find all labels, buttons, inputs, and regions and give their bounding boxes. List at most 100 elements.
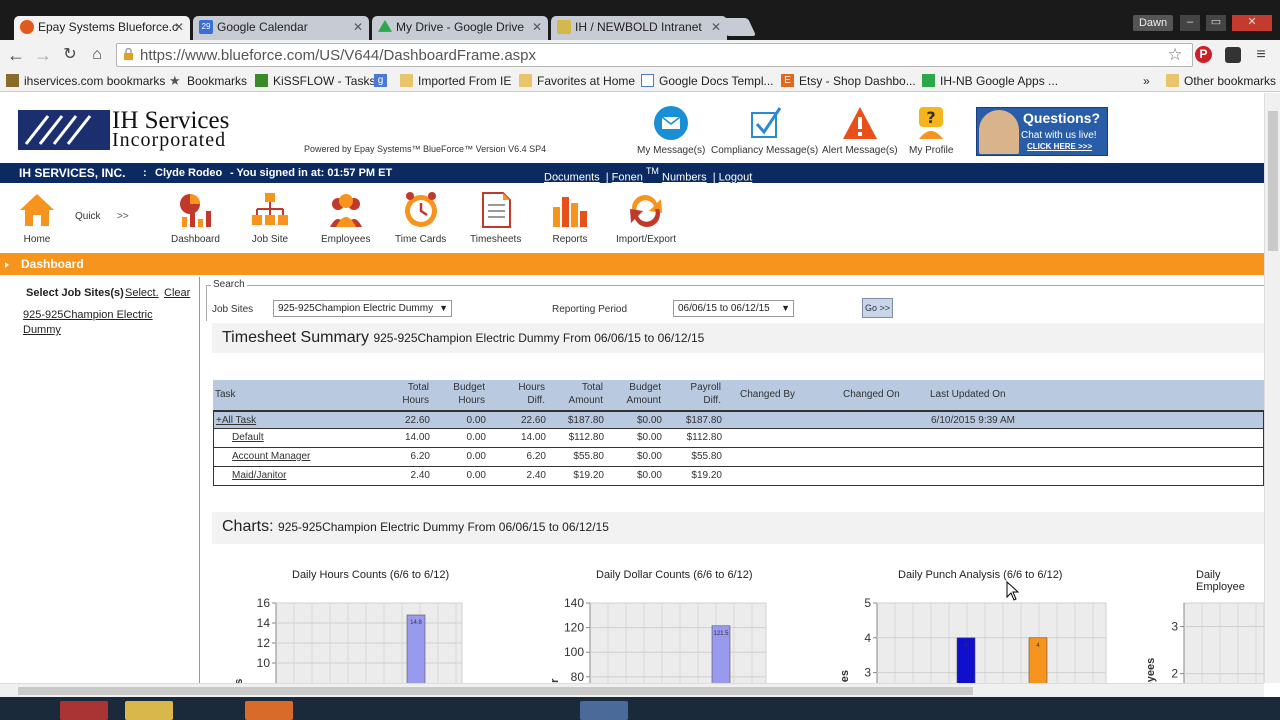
chrome-menu-icon[interactable]: ≡ <box>1250 44 1272 66</box>
horizontal-scroll-thumb[interactable] <box>18 687 973 695</box>
task-link[interactable]: +All Task <box>216 412 376 430</box>
reload-icon[interactable]: ↻ <box>59 44 81 66</box>
forward-arrow-icon[interactable]: → <box>32 44 54 66</box>
table-row[interactable]: Default 14.00 0.00 14.00 $112.80 $0.00 $112.80 <box>213 429 1264 448</box>
os-taskbar <box>0 697 1280 720</box>
task-link[interactable]: Account Manager <box>232 448 392 466</box>
close-tab-icon[interactable]: ✕ <box>174 16 184 38</box>
table-row[interactable]: Account Manager 6.20 0.00 6.20 $55.80 $0.00 $5… <box>213 448 1264 467</box>
maximize-button[interactable]: ▭ <box>1206 15 1226 31</box>
fonen-link[interactable]: Fonen <box>612 172 643 184</box>
my-profile-link[interactable]: ? My Profile <box>909 105 953 156</box>
nav-employees[interactable]: Employees <box>321 191 370 245</box>
nav-dashboard[interactable]: Dashboard <box>171 191 220 245</box>
ih-services-logo[interactable]: IH Services Incorporated <box>18 108 290 152</box>
table-cell: $0.00 <box>636 415 662 426</box>
quick-arrow[interactable]: >> <box>117 211 129 222</box>
table-cell: 22.60 <box>404 415 430 426</box>
import-export-icon <box>627 191 665 229</box>
alert-messages-link[interactable]: Alert Message(s) <box>822 105 898 156</box>
chat-live-text: Chat with us live! <box>1021 130 1097 141</box>
back-arrow-icon[interactable]: ← <box>5 44 27 66</box>
browser-tab-epay[interactable]: Epay Systems Blueforce.c ✕ <box>14 16 190 40</box>
home-icon[interactable]: ⌂ <box>86 44 108 66</box>
vertical-scrollbar[interactable] <box>1264 93 1280 683</box>
my-messages-link[interactable]: My Message(s) <box>637 105 705 156</box>
compliancy-messages-link[interactable]: Compliancy Message(s) <box>711 105 818 156</box>
selected-job-site-link[interactable]: 925-925Champion Electric Dummy <box>23 308 173 338</box>
nav-home[interactable]: Home <box>18 191 56 245</box>
epay-favicon-icon <box>20 20 34 34</box>
column-header: Total Amount <box>568 382 603 406</box>
bookmarks-overflow-chevron[interactable]: » <box>1143 73 1150 89</box>
profile-badge[interactable]: Dawn <box>1133 15 1173 31</box>
charts-heading: Charts: 925-925Champion Electric Dummy F… <box>222 518 609 536</box>
taskbar-app-icon[interactable] <box>245 701 293 720</box>
close-window-button[interactable]: ✕ <box>1232 15 1272 31</box>
bookmark-google[interactable]: g <box>374 73 388 89</box>
bookmark-ihservices[interactable]: ihservices.com bookmarks <box>6 73 165 89</box>
minimize-button[interactable]: – <box>1180 15 1200 31</box>
vertical-scroll-thumb[interactable] <box>1268 111 1278 251</box>
bookmark-bookmarks[interactable]: ★ Bookmarks <box>169 73 247 89</box>
close-tab-icon[interactable]: ✕ <box>353 16 363 38</box>
bookmark-star-icon[interactable]: ☆ <box>1164 44 1186 66</box>
column-header: Task <box>215 389 236 400</box>
collapse-triangle-icon <box>5 262 9 268</box>
home-icon <box>18 191 56 229</box>
live-chat-banner[interactable]: Questions? Chat with us live! CLICK HERE… <box>976 107 1108 156</box>
jobsites-dropdown[interactable]: 925-925Champion Electric Dummy ▼ <box>273 300 452 317</box>
folder-icon <box>400 74 413 87</box>
nav-time-cards[interactable]: Time Cards <box>395 191 446 245</box>
nav-employees-label: Employees <box>321 234 371 245</box>
dashboard-section-bar[interactable]: Dashboard <box>0 253 1264 275</box>
charts-subtitle: 925-925Champion Electric Dummy From 06/0… <box>278 520 609 534</box>
reporting-period-dropdown[interactable]: 06/06/15 to 06/12/15 ▼ <box>673 300 794 317</box>
table-cell: $187.80 <box>567 415 604 426</box>
table-cell: $55.80 <box>691 451 722 462</box>
nav-timesheets[interactable]: Timesheets <box>470 191 521 245</box>
browser-tab-drive[interactable]: My Drive - Google Drive ✕ <box>372 16 548 40</box>
all-task-row[interactable]: +All Task 22.60 0.00 22.60 $187.80 $0.00 $187.… <box>213 410 1264 429</box>
horizontal-scrollbar[interactable] <box>0 683 1264 697</box>
doc-icon <box>641 74 654 87</box>
bookmark-kissflow[interactable]: KiSSFLOW - Tasks <box>255 73 375 89</box>
task-link[interactable]: Maid/Janitor <box>232 467 392 485</box>
bookmark-label: Bookmarks <box>187 74 248 88</box>
bookmark-imported-ie[interactable]: Imported From IE <box>400 73 511 89</box>
pinterest-icon[interactable]: P <box>1193 44 1215 66</box>
url-text: https://www.blueforce.com/US/V644/Dashbo… <box>140 47 537 64</box>
address-bar[interactable]: https://www.blueforce.com/US/V644/Dashbo… <box>116 43 1193 67</box>
bookmark-etsy[interactable]: E Etsy - Shop Dashbo... <box>781 73 916 89</box>
table-cell: 22.60 <box>520 415 546 426</box>
tab-title: Epay Systems Blueforce.c <box>38 20 179 34</box>
documents-link[interactable]: Documents <box>544 172 600 184</box>
numbers-link[interactable]: Numbers <box>662 172 707 184</box>
bookmark-ihnb-apps[interactable]: IH-NB Google Apps ... <box>922 73 1058 89</box>
bookmark-google-docs[interactable]: Google Docs Templ... <box>641 73 774 89</box>
logout-link[interactable]: Logout <box>719 172 753 184</box>
select-link[interactable]: Select. <box>125 287 159 299</box>
browser-tab-calendar[interactable]: 29 Google Calendar ✕ <box>193 16 369 40</box>
taskbar-app-icon[interactable] <box>580 701 628 720</box>
table-row[interactable]: Maid/Janitor 2.40 0.00 2.40 $19.20 $0.00 $19.2… <box>213 467 1264 486</box>
nav-job-site[interactable]: Job Site <box>251 191 289 245</box>
table-cell: 0.00 <box>466 470 486 481</box>
taskbar-chrome-icon[interactable] <box>60 701 108 720</box>
dropdown-arrow-icon: ▼ <box>781 303 790 313</box>
bookmark-label: Favorites at Home <box>537 74 636 88</box>
nav-import-export[interactable]: Import/Export <box>616 191 676 245</box>
summary-heading: Timesheet Summary 925-925Champion Electr… <box>222 329 704 347</box>
task-link[interactable]: Default <box>232 429 392 447</box>
click-here-link[interactable]: CLICK HERE >>> <box>1027 142 1092 151</box>
clear-link[interactable]: Clear <box>164 287 190 299</box>
bookmark-favorites-home[interactable]: Favorites at Home <box>519 73 635 89</box>
close-tab-icon[interactable]: ✕ <box>532 16 542 38</box>
go-button[interactable]: Go >> <box>862 298 893 318</box>
extension-owl-icon[interactable] <box>1222 44 1244 66</box>
other-bookmarks[interactable]: Other bookmarks <box>1166 73 1276 89</box>
taskbar-explorer-icon[interactable] <box>125 701 173 720</box>
browser-tab-intranet[interactable]: IH / NEWBOLD Intranet ✕ <box>551 16 727 40</box>
y-tick-label: 16 <box>257 597 271 610</box>
nav-reports[interactable]: Reports <box>551 191 589 245</box>
